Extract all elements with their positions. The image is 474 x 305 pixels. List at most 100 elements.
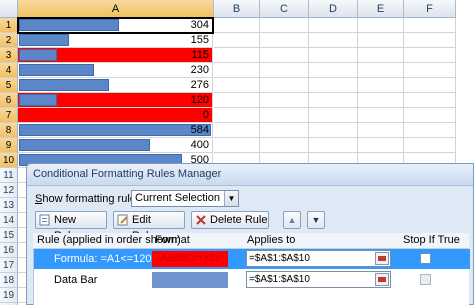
cell-e3[interactable] (358, 48, 404, 63)
cell-e8[interactable] (358, 123, 404, 138)
row-header[interactable]: 15 (0, 228, 18, 243)
format-preview-red: AaBbCcYyZz (152, 251, 228, 267)
row-header[interactable]: 8 (0, 123, 18, 138)
cell-c7[interactable] (260, 108, 309, 123)
cell-b2[interactable] (214, 33, 260, 48)
row-header[interactable]: 18 (0, 273, 18, 288)
cell-value: 584 (190, 124, 209, 136)
scope-dropdown[interactable]: Current Selection ▼ (131, 190, 239, 207)
stop-if-true-checkbox[interactable] (420, 253, 431, 264)
row-header[interactable]: 9 (0, 138, 18, 153)
cell-e1[interactable] (358, 18, 404, 33)
cell-d4[interactable] (309, 63, 358, 78)
cell-d9[interactable] (309, 138, 358, 153)
cell-d7[interactable] (309, 108, 358, 123)
column-header-d[interactable]: D (309, 0, 358, 18)
cell-b8[interactable] (214, 123, 260, 138)
applies-to-column-header: Applies to (247, 234, 296, 246)
column-header-a[interactable]: A (18, 0, 214, 18)
cell-e7[interactable] (358, 108, 404, 123)
row-header[interactable]: 10 (0, 153, 18, 168)
cell-d3[interactable] (309, 48, 358, 63)
select-all-corner[interactable] (0, 0, 18, 18)
column-header-f[interactable]: F (404, 0, 456, 18)
range-picker-icon[interactable] (375, 252, 389, 265)
cell-d8[interactable] (309, 123, 358, 138)
row-header[interactable]: 16 (0, 243, 18, 258)
cell-b1[interactable] (214, 18, 260, 33)
cell-f9[interactable] (404, 138, 456, 153)
cell-c5[interactable] (260, 78, 309, 93)
move-up-button[interactable]: ▲ (283, 211, 301, 229)
cell-e4[interactable] (358, 63, 404, 78)
applies-to-field[interactable]: =$A$1:$A$10 (246, 271, 391, 288)
cell-e5[interactable] (358, 78, 404, 93)
cell-f8[interactable] (404, 123, 456, 138)
row-header[interactable]: 5 (0, 78, 18, 93)
cell-c6[interactable] (260, 93, 309, 108)
cell-d2[interactable] (309, 33, 358, 48)
cell-c4[interactable] (260, 63, 309, 78)
delete-rule-button[interactable]: Delete Rule (191, 211, 269, 229)
cell-b3[interactable] (214, 48, 260, 63)
applies-to-field[interactable]: =$A$1:$A$10 (246, 250, 391, 267)
cell-f1[interactable] (404, 18, 456, 33)
cell-a3[interactable]: 115 (18, 48, 213, 63)
column-header-b[interactable]: B (214, 0, 260, 18)
cell-a5[interactable]: 276 (18, 78, 213, 93)
range-picker-icon[interactable] (375, 273, 389, 286)
row-header[interactable]: 3 (0, 48, 18, 63)
dialog-titlebar[interactable]: Conditional Formatting Rules Manager (27, 164, 473, 186)
new-rule-button[interactable]: New Rule... (35, 211, 107, 242)
edit-rule-button[interactable]: Edit Rule... (113, 211, 185, 242)
cell-f6[interactable] (404, 93, 456, 108)
cell-a7[interactable]: 0 (18, 108, 213, 123)
cell-value: 155 (190, 34, 209, 46)
cell-b6[interactable] (214, 93, 260, 108)
rule-row-databar[interactable]: Data Bar =$A$1:$A$10 (34, 270, 470, 290)
row-header[interactable]: 4 (0, 63, 18, 78)
cell-a6[interactable]: 120 (18, 93, 213, 108)
cell-f2[interactable] (404, 33, 456, 48)
row-header[interactable]: 12 (0, 183, 18, 198)
row-header[interactable]: 1 (0, 18, 18, 33)
cell-c3[interactable] (260, 48, 309, 63)
cell-b7[interactable] (214, 108, 260, 123)
column-header-c[interactable]: C (260, 0, 309, 18)
cell-c2[interactable] (260, 33, 309, 48)
cell-e9[interactable] (358, 138, 404, 153)
row-header[interactable]: 11 (0, 168, 18, 183)
cell-a1[interactable]: 304 (18, 18, 213, 33)
cell-f7[interactable] (404, 108, 456, 123)
move-down-button[interactable]: ▼ (307, 211, 325, 229)
row-header[interactable]: 7 (0, 108, 18, 123)
row-header[interactable]: 17 (0, 258, 18, 273)
cell-a4[interactable]: 230 (18, 63, 213, 78)
cell-e6[interactable] (358, 93, 404, 108)
cell-b5[interactable] (214, 78, 260, 93)
stop-if-true-column-header: Stop If True (403, 234, 460, 246)
cell-e2[interactable] (358, 33, 404, 48)
column-header-e[interactable]: E (358, 0, 404, 18)
row-header[interactable]: 14 (0, 213, 18, 228)
cell-b9[interactable] (214, 138, 260, 153)
row-header[interactable]: 2 (0, 33, 18, 48)
cell-a9[interactable]: 400 (18, 138, 213, 153)
cell-d1[interactable] (309, 18, 358, 33)
cell-f4[interactable] (404, 63, 456, 78)
row-header[interactable]: 13 (0, 198, 18, 213)
cell-a8[interactable]: 584 (18, 123, 213, 138)
cell-d5[interactable] (309, 78, 358, 93)
cell-c9[interactable] (260, 138, 309, 153)
cell-a2[interactable]: 155 (18, 33, 213, 48)
cell-f3[interactable] (404, 48, 456, 63)
cell-d6[interactable] (309, 93, 358, 108)
row-header[interactable]: 19 (0, 288, 18, 303)
cell-c8[interactable] (260, 123, 309, 138)
rule-row-formula[interactable]: Formula: =A1<=120 AaBbCcYyZz =$A$1:$A$10 (34, 249, 470, 269)
cell-b4[interactable] (214, 63, 260, 78)
cell-c1[interactable] (260, 18, 309, 33)
row-header[interactable]: 6 (0, 93, 18, 108)
cell-f5[interactable] (404, 78, 456, 93)
chevron-down-icon[interactable]: ▼ (224, 191, 238, 206)
